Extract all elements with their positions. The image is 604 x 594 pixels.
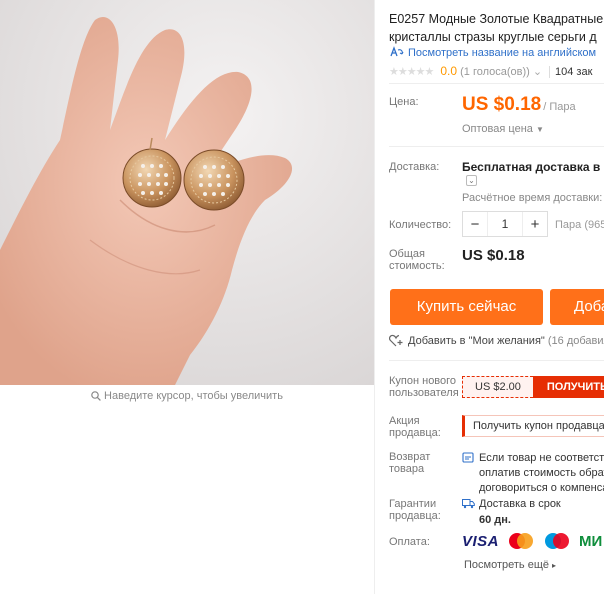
get-coupon-button[interactable]: ПОЛУЧИТЬ bbox=[532, 376, 604, 398]
total-label: Общая стоимость: bbox=[389, 248, 445, 272]
payment-label: Оплата: bbox=[389, 536, 430, 548]
payment-methods: VISA МИ bbox=[462, 532, 602, 550]
coupon-amount: US $2.00 bbox=[462, 376, 533, 398]
mir-logo: МИ bbox=[579, 532, 603, 550]
earring-right bbox=[183, 149, 245, 211]
quantity-stepper: − 1 + bbox=[462, 211, 548, 237]
wishlist-button[interactable]: Добавить в "Мои желания" (16 добавил bbox=[389, 334, 604, 347]
quantity-input[interactable]: 1 bbox=[487, 212, 523, 236]
translate-icon bbox=[390, 46, 404, 57]
shipping-dropdown-icon[interactable]: ⌄ bbox=[466, 175, 477, 186]
divider bbox=[389, 146, 604, 147]
returns-label-line2: товара bbox=[389, 463, 425, 475]
wishlist-count: (16 добавил bbox=[547, 335, 604, 347]
magnifier-icon bbox=[91, 391, 101, 401]
guarantees-label-line2: продавца: bbox=[389, 510, 441, 522]
total-label-line1: Общая bbox=[389, 248, 425, 260]
zoom-hint: Наведите курсор, чтобы увеличить bbox=[0, 390, 374, 402]
wholesale-label: Оптовая цена bbox=[462, 123, 533, 135]
orders-count: 104 зак bbox=[555, 66, 593, 78]
guarantee-days: 60 дн. bbox=[479, 514, 511, 526]
quantity-increase-button[interactable]: + bbox=[523, 216, 547, 233]
divider bbox=[389, 83, 604, 84]
shipping-label: Доставка: bbox=[389, 161, 440, 173]
translate-link-text: Посмотреть название на английском bbox=[408, 47, 597, 59]
guarantees-label: Гарантии продавца: bbox=[389, 498, 441, 522]
seller-promo-label: Акция продавца: bbox=[389, 415, 441, 439]
guarantee-item: Доставка в срок bbox=[479, 498, 561, 510]
product-photo bbox=[0, 0, 374, 385]
price-value: US $0.18 bbox=[462, 94, 542, 115]
heart-plus-icon bbox=[389, 334, 403, 347]
delivery-truck-icon bbox=[462, 499, 475, 509]
column-divider bbox=[374, 0, 375, 594]
returns-line2: оплатив стоимость обрат bbox=[479, 467, 604, 479]
returns-label-line1: Возврат bbox=[389, 451, 431, 463]
new-user-coupon: US $2.00 ПОЛУЧИТЬ bbox=[462, 376, 604, 398]
divider bbox=[549, 66, 550, 78]
price: US $0.18/ Пара bbox=[462, 94, 576, 116]
coupon-label-line2: пользователя bbox=[389, 387, 459, 399]
mastercard-icon bbox=[509, 533, 534, 549]
divider bbox=[389, 360, 604, 361]
caret-right-icon: ▸ bbox=[552, 561, 557, 570]
guarantees-label-line1: Гарантии bbox=[389, 498, 437, 510]
product-image[interactable] bbox=[0, 0, 374, 385]
rating-value: 0.0 bbox=[440, 64, 458, 78]
chevron-down-icon: ⌄ bbox=[532, 66, 543, 78]
rating[interactable]: ★★★★★ 0.0 (1 голоса(ов)) ⌄ bbox=[389, 64, 542, 78]
product-title-line2: кристаллы стразы круглые серьги д bbox=[389, 30, 597, 44]
see-more-text: Посмотреть ещё bbox=[464, 559, 549, 571]
zoom-hint-text: Наведите курсор, чтобы увеличить bbox=[104, 390, 283, 402]
price-label: Цена: bbox=[389, 96, 419, 108]
seller-promo-label-line1: Акция bbox=[389, 415, 420, 427]
product-details: E0257 Модные Золотые Квадратные кристалл… bbox=[389, 0, 604, 594]
returns-info: Если товар не соответству оплатив стоимо… bbox=[462, 451, 604, 496]
shipping-method[interactable]: Бесплатная доставка в Russ bbox=[462, 160, 604, 174]
total-label-line2: стоимость: bbox=[389, 260, 445, 272]
visa-logo: VISA bbox=[462, 532, 500, 550]
price-unit: / Пара bbox=[543, 101, 576, 113]
returns-line3: договориться о компенса bbox=[479, 482, 604, 494]
wishlist-label: Добавить в "Мои желания" bbox=[408, 335, 545, 347]
stock-info: Пара (9650 bbox=[555, 219, 604, 231]
see-more-link[interactable]: Посмотреть ещё ▸ bbox=[464, 559, 556, 571]
rating-votes: (1 голоса(ов)) bbox=[460, 66, 530, 78]
delivery-time: Расчётное время доставки: 3 bbox=[462, 192, 604, 204]
star-icon: ★★★★★ bbox=[389, 66, 434, 78]
coupon-label-line1: Купон нового bbox=[389, 375, 457, 387]
product-title-line1: E0257 Модные Золотые Квадратные bbox=[389, 12, 604, 26]
guarantees-info: Доставка в срок 60 дн. bbox=[462, 496, 561, 528]
product-title: E0257 Модные Золотые Квадратные кристалл… bbox=[389, 10, 604, 46]
buy-now-button[interactable]: Купить сейчас bbox=[390, 289, 543, 325]
translate-link[interactable]: Посмотреть название на английском bbox=[389, 46, 596, 59]
total-value: US $0.18 bbox=[462, 247, 525, 264]
caret-down-icon: ▼ bbox=[535, 125, 544, 134]
seller-coupon-button[interactable]: Получить купон продавца bbox=[462, 415, 604, 437]
new-user-coupon-label: Купон нового пользователя bbox=[389, 375, 459, 399]
quantity-decrease-button[interactable]: − bbox=[463, 216, 487, 233]
add-to-cart-button[interactable]: Доба bbox=[550, 289, 604, 325]
wholesale-price[interactable]: Оптовая цена ▼ bbox=[462, 123, 544, 135]
return-icon bbox=[462, 452, 474, 463]
returns-label: Возврат товара bbox=[389, 451, 430, 475]
quantity-label: Количество: bbox=[389, 219, 452, 231]
seller-promo-label-line2: продавца: bbox=[389, 427, 441, 439]
returns-line1: Если товар не соответству bbox=[479, 452, 604, 464]
maestro-icon bbox=[545, 533, 570, 549]
